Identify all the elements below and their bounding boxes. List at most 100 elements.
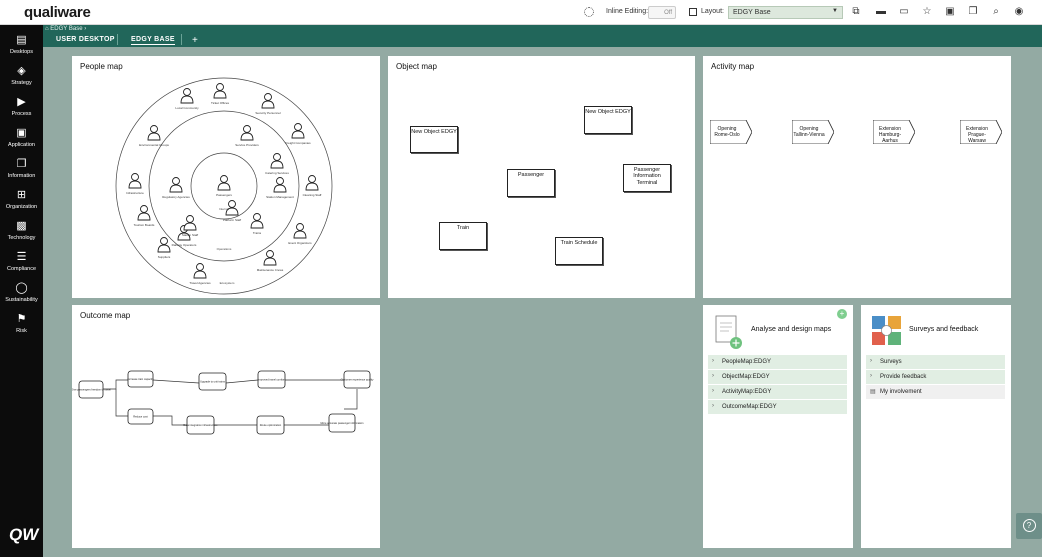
home-icon[interactable]: ⌂ bbox=[45, 26, 49, 32]
person-icon[interactable]: Regulatory Agencies bbox=[162, 177, 190, 200]
search-icon[interactable]: ⌕ bbox=[990, 6, 1002, 18]
chevron-right-icon: › bbox=[712, 403, 714, 409]
person-icon[interactable]: Environmental Groups bbox=[139, 125, 169, 148]
analyse-design-panel: + Analyse and design maps › PeopleMap:EDG… bbox=[703, 305, 853, 548]
presentation-icon[interactable]: ▭ bbox=[898, 6, 910, 18]
activity-label: Extension Hamburg-Aarhus bbox=[878, 126, 902, 144]
person-icon[interactable]: Trains bbox=[250, 213, 264, 236]
list-item-my-involvement[interactable]: ▤ My involvement bbox=[866, 385, 1005, 400]
outcome-node[interactable]: Reduce cost bbox=[127, 408, 154, 425]
person-icon[interactable]: Freight Companies bbox=[285, 123, 311, 146]
briefcase-icon[interactable]: ▣ bbox=[944, 6, 956, 18]
breadcrumb[interactable]: ⌂ EDGY Base › bbox=[45, 26, 86, 32]
object-new-object-1[interactable]: New Object EDGY bbox=[410, 126, 458, 153]
outcome-node-label: Improved travel comfort bbox=[258, 378, 286, 382]
copy-icon[interactable]: ❐ bbox=[967, 6, 979, 18]
list-item-peoplemap[interactable]: › PeopleMap:EDGY bbox=[708, 355, 847, 370]
outcome-node[interactable]: Data integration infrastructure bbox=[183, 415, 218, 435]
outcome-node[interactable]: Customer experience quality bbox=[341, 370, 375, 389]
nav-compliance[interactable]: ☰ Compliance bbox=[0, 250, 43, 280]
person-icon[interactable]: Ticket Offices bbox=[211, 83, 230, 106]
chevron-right-icon: › bbox=[712, 388, 714, 394]
analyse-design-title: Analyse and design maps bbox=[751, 326, 832, 333]
people-map-panel[interactable]: Passengers Railway Operators Regulatory Ag… bbox=[72, 56, 380, 298]
add-tab-button[interactable]: + bbox=[192, 35, 198, 46]
person-icon[interactable]: Tourism Boards bbox=[134, 205, 155, 228]
list-item-provide-feedback[interactable]: › Provide feedback bbox=[866, 370, 1005, 385]
nav-process[interactable]: ▶ Process bbox=[0, 95, 43, 125]
object-new-object-2[interactable]: New Object EDGY bbox=[584, 106, 632, 134]
person-label: Environmental Groups bbox=[139, 143, 169, 147]
outcome-node[interactable]: Give passengers freedom to travel bbox=[72, 380, 111, 399]
outcome-node-label: Route optimization bbox=[260, 423, 282, 427]
layout-select[interactable]: EDGY Base ▼ bbox=[728, 6, 843, 19]
user-icon[interactable]: ◉ bbox=[1013, 6, 1025, 18]
person-icon[interactable]: Local Community bbox=[175, 88, 199, 111]
add-map-button[interactable]: + bbox=[837, 309, 847, 319]
object-map-panel[interactable]: Object map New Object EDGY New Object ED… bbox=[388, 56, 695, 298]
person-icon[interactable]: Service Providers bbox=[235, 125, 259, 148]
outcome-node[interactable]: Improved travel comfort bbox=[257, 370, 286, 389]
person-label: Event Organizers bbox=[288, 241, 312, 245]
tab-edgy-base[interactable]: EDGY BASE bbox=[131, 36, 175, 45]
person-icon[interactable]: Travel Agencies bbox=[189, 263, 211, 286]
object-train-schedule[interactable]: Train Schedule bbox=[555, 237, 603, 265]
object-passenger[interactable]: Passenger bbox=[507, 169, 555, 197]
nav-information[interactable]: ❐ Information bbox=[0, 157, 43, 187]
breadcrumb-label[interactable]: EDGY Base bbox=[50, 26, 82, 32]
outcome-node[interactable]: More accurate passenger information bbox=[321, 413, 365, 433]
ring-label: Internal bbox=[219, 207, 229, 211]
nav-label: Sustainability bbox=[5, 297, 38, 303]
outcome-node[interactable]: Route optimization bbox=[256, 415, 285, 435]
nav-risk[interactable]: ⚑ Risk bbox=[0, 312, 43, 342]
person-label: Security Personnel bbox=[255, 111, 281, 115]
person-label: Catering Services bbox=[265, 171, 289, 175]
person-icon[interactable]: Maintenance Crews bbox=[257, 250, 284, 273]
list-item-activitymap[interactable]: › ActivityMap:EDGY bbox=[708, 385, 847, 400]
surveys-list: › Surveys › Provide feedback ▤ My involveme… bbox=[866, 355, 1005, 400]
qualiware-logo[interactable]: qualiware bbox=[24, 4, 91, 21]
activity-label: Extension Prague-Warsaw bbox=[966, 126, 988, 144]
tab-user-desktop[interactable]: USER DESKTOP bbox=[56, 36, 115, 43]
person-icon[interactable]: Security Personnel bbox=[255, 93, 281, 116]
chevron-right-icon: › bbox=[870, 358, 872, 364]
star-icon[interactable]: ☆ bbox=[921, 6, 933, 18]
person-icon[interactable]: Catering Services bbox=[265, 153, 289, 176]
nav-technology[interactable]: ▩ Technology bbox=[0, 219, 43, 249]
person-icon[interactable]: Suppliers bbox=[157, 237, 171, 260]
tab-bar: ⌂ EDGY Base › USER DESKTOP EDGY BASE + bbox=[43, 25, 1042, 47]
outcome-node[interactable]: Increase train capacity bbox=[128, 370, 155, 388]
settings-icon[interactable] bbox=[584, 7, 594, 17]
person-icon[interactable]: Event Organizers bbox=[288, 223, 312, 246]
nav-application[interactable]: ▣ Application bbox=[0, 126, 43, 156]
inline-editing-toggle[interactable]: Off bbox=[648, 6, 676, 19]
list-item-objectmap[interactable]: › ObjectMap:EDGY bbox=[708, 370, 847, 385]
person-icon[interactable]: Infrastructure bbox=[126, 173, 144, 196]
object-train[interactable]: Train bbox=[439, 222, 487, 250]
nav-sustainability[interactable]: ◯ Sustainability bbox=[0, 281, 43, 311]
organization-icon: ⊞ bbox=[16, 189, 27, 201]
nav-strategy[interactable]: ◈ Strategy bbox=[0, 64, 43, 94]
people-map-diagram: Passengers Railway Operators Regulatory Ag… bbox=[115, 77, 333, 295]
person-icon[interactable]: Passengers bbox=[216, 175, 232, 198]
activity-label: Opening Tallinn-Vienna bbox=[793, 126, 825, 138]
nav-label: Desktops bbox=[10, 49, 33, 55]
nav-desktops[interactable]: ▤ Desktops bbox=[0, 33, 43, 63]
nav-organization[interactable]: ⊞ Organization bbox=[0, 188, 43, 218]
nav-label: Application bbox=[8, 142, 35, 148]
person-icon[interactable]: Platform Staff bbox=[223, 200, 241, 223]
list-item-surveys[interactable]: › Surveys bbox=[866, 355, 1005, 370]
person-label: Trains bbox=[253, 231, 262, 235]
person-icon[interactable]: Station Management bbox=[266, 177, 294, 200]
list-item-outcomemap[interactable]: › OutcomeMap:EDGY bbox=[708, 400, 847, 415]
desktops-icon: ▤ bbox=[16, 34, 27, 46]
object-passenger-info-terminal[interactable]: Passenger Information Terminal bbox=[623, 164, 671, 192]
activity-map-panel[interactable]: Activity map Opening Rome-Oslo Opening T… bbox=[703, 56, 1011, 298]
outcome-map-panel[interactable]: Give passengers freedom to travel Increas… bbox=[72, 305, 380, 548]
person-icon[interactable]: Station Staff bbox=[182, 215, 198, 238]
diagram-icon[interactable]: ⧉ bbox=[850, 6, 862, 18]
folder-icon[interactable]: ▬ bbox=[875, 6, 887, 18]
outcome-node[interactable]: Upgrade to unit trains bbox=[198, 372, 227, 391]
help-button[interactable]: ? bbox=[1016, 513, 1042, 539]
person-icon[interactable]: Cleaning Staff bbox=[303, 175, 322, 198]
